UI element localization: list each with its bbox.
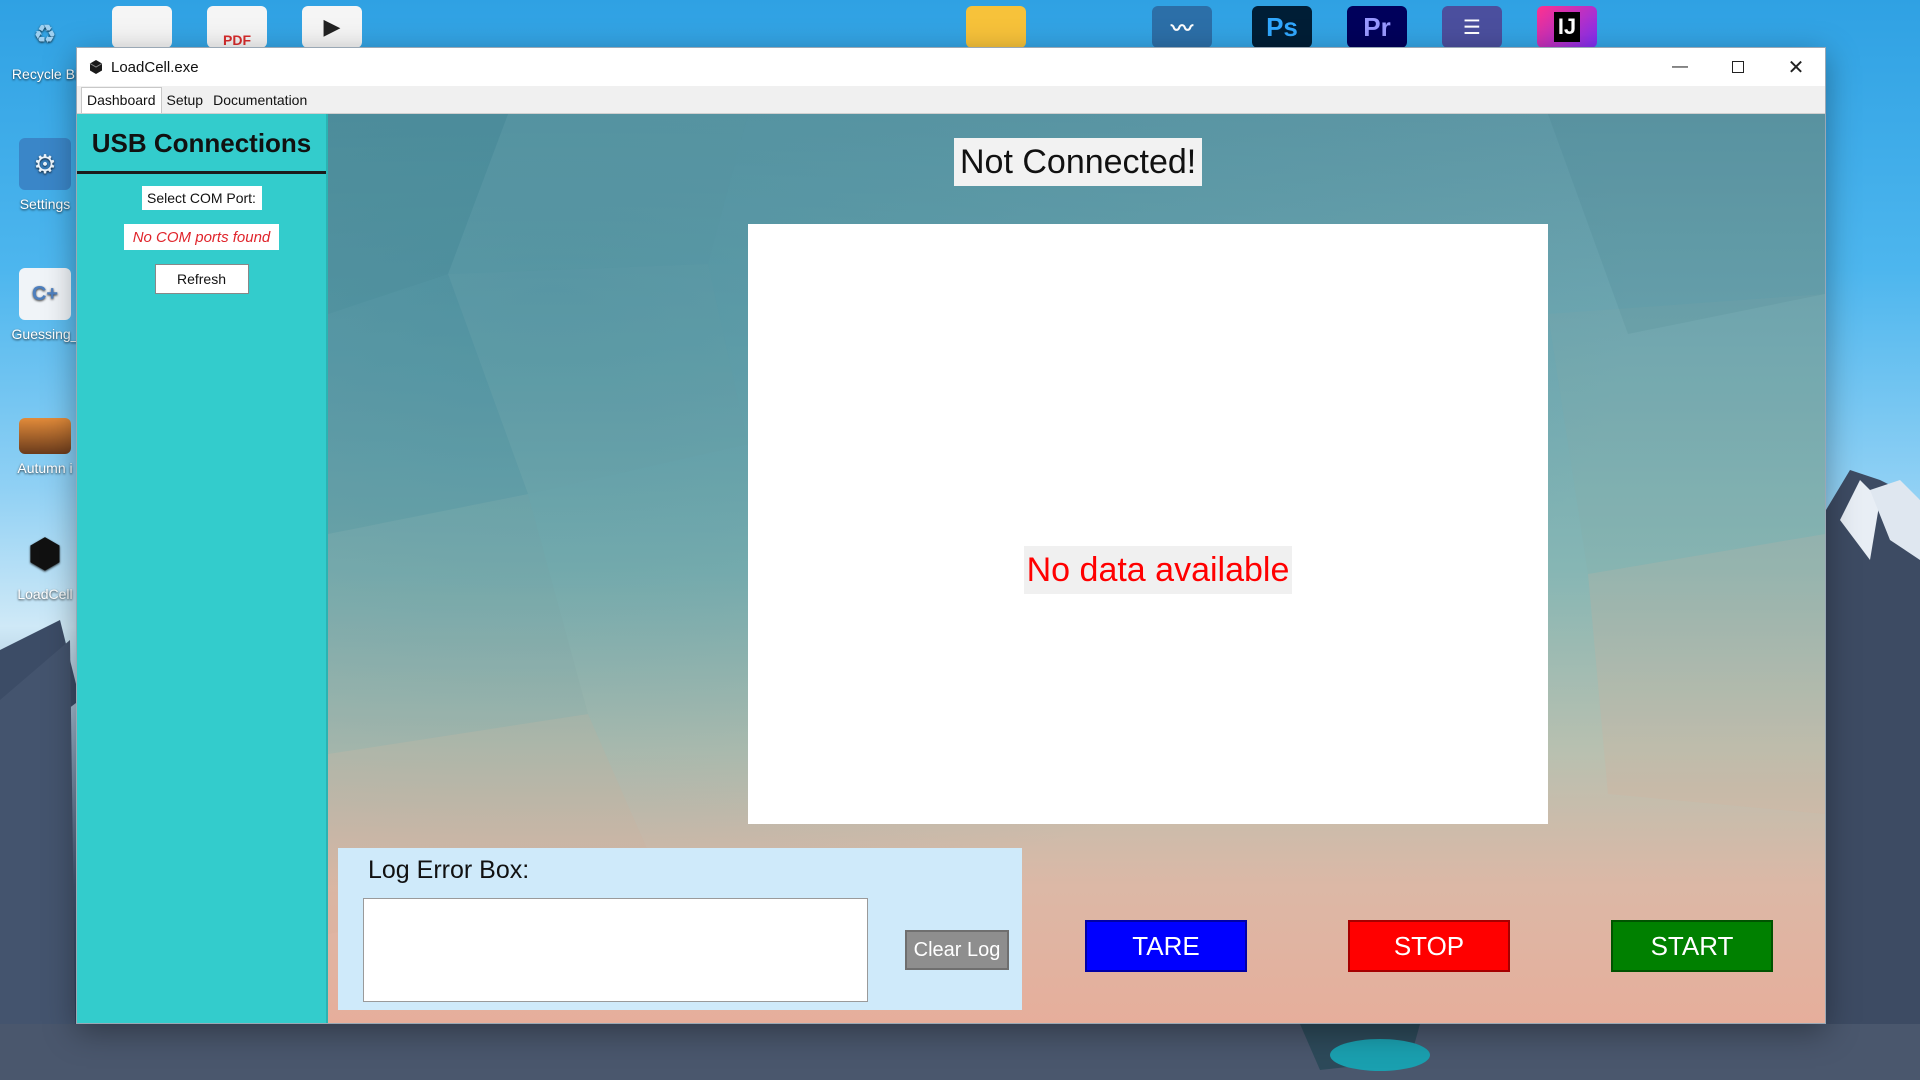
intellij-icon[interactable]: IJ bbox=[1537, 6, 1597, 48]
desktop-icon-label: Settings bbox=[19, 196, 71, 212]
document-icon[interactable] bbox=[112, 6, 172, 48]
loadcell-app-icon bbox=[89, 60, 103, 74]
connection-status: Not Connected! bbox=[954, 138, 1203, 186]
tab-dashboard[interactable]: Dashboard bbox=[81, 87, 162, 113]
cpp-file-icon: C+ bbox=[19, 268, 71, 320]
tare-button[interactable]: TARE bbox=[1085, 920, 1247, 972]
close-button[interactable]: ✕ bbox=[1767, 48, 1825, 86]
start-button[interactable]: START bbox=[1611, 920, 1773, 972]
close-icon: ✕ bbox=[1787, 56, 1805, 79]
dashboard-content: USB Connections Select COM Port: No COM … bbox=[77, 114, 1825, 1023]
desktop-icon-label: Autumn i bbox=[17, 460, 73, 476]
log-textarea[interactable] bbox=[363, 898, 868, 1002]
title-bar[interactable]: LoadCell.exe — ✕ bbox=[77, 48, 1825, 86]
premiere-icon[interactable]: Pr bbox=[1347, 6, 1407, 48]
image-file-icon bbox=[19, 418, 71, 454]
log-error-box: Log Error Box: Clear Log bbox=[338, 848, 1022, 1010]
desktop-icon-label: Guessing_ bbox=[11, 326, 79, 342]
usb-sidebar: USB Connections Select COM Port: No COM … bbox=[77, 114, 328, 1023]
refresh-button[interactable]: Refresh bbox=[154, 264, 249, 294]
tab-bar: Dashboard Setup Documentation bbox=[77, 86, 1825, 114]
loadcell-window: LoadCell.exe — ✕ Dashboard Setup Documen… bbox=[76, 47, 1826, 1024]
pdf-file-icon[interactable]: PDF bbox=[207, 6, 267, 48]
minimize-icon: — bbox=[1672, 58, 1688, 75]
stop-button[interactable]: STOP bbox=[1348, 920, 1510, 972]
no-data-message: No data available bbox=[1024, 546, 1292, 594]
window-title: LoadCell.exe bbox=[111, 58, 199, 76]
tab-setup[interactable]: Setup bbox=[162, 92, 209, 113]
select-com-port-label[interactable]: Select COM Port: bbox=[141, 186, 262, 210]
folder-icon[interactable] bbox=[966, 6, 1026, 48]
log-label: Log Error Box: bbox=[368, 856, 530, 884]
loadcell-app-icon: ⬢ bbox=[27, 532, 63, 576]
recycle-bin-icon: ♻ bbox=[33, 18, 57, 49]
photoshop-icon[interactable]: Ps bbox=[1252, 6, 1312, 48]
sidebar-heading: USB Connections bbox=[77, 114, 326, 174]
tab-documentation[interactable]: Documentation bbox=[208, 92, 312, 113]
media-player-icon[interactable]: ▶ bbox=[302, 6, 362, 48]
maximize-icon bbox=[1732, 61, 1744, 73]
mixer-app-icon[interactable]: ☰ bbox=[1442, 6, 1502, 48]
clear-log-button[interactable]: Clear Log bbox=[905, 930, 1009, 970]
settings-icon: ⚙ bbox=[19, 138, 71, 190]
desktop-icon-label: Recycle Bi bbox=[11, 66, 79, 82]
maximize-button[interactable] bbox=[1709, 48, 1767, 86]
plot-area: No data available bbox=[748, 224, 1548, 824]
desktop-icon-label: LoadCell bbox=[17, 586, 73, 602]
main-panel: Not Connected! No data available Log Err… bbox=[328, 114, 1825, 1023]
com-port-status: No COM ports found bbox=[124, 224, 279, 250]
waveform-app-icon[interactable]: 〰 bbox=[1152, 6, 1212, 48]
minimize-button[interactable]: — bbox=[1651, 48, 1709, 86]
